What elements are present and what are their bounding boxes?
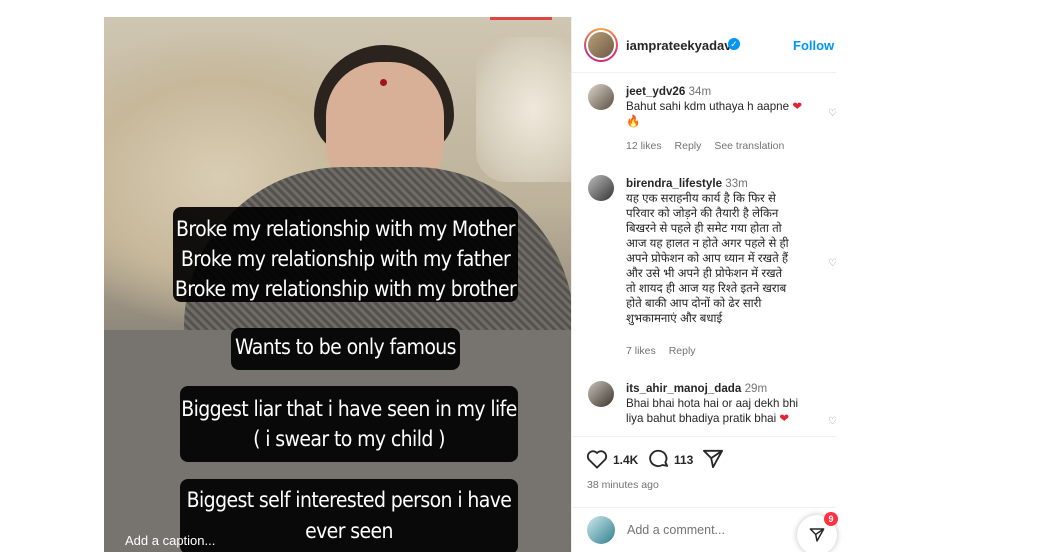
comment-time: 29m bbox=[744, 382, 768, 395]
comment-username[interactable]: birendra_lifestyle bbox=[626, 177, 722, 190]
add-comment-input[interactable]: Add a comment... bbox=[627, 523, 725, 537]
like-comment-heart-icon[interactable]: ♡ bbox=[828, 258, 836, 269]
comment-bubble-icon[interactable] bbox=[648, 449, 670, 469]
verified-badge-icon: ✓ bbox=[728, 38, 740, 50]
media-top-marker bbox=[490, 17, 552, 20]
comment-text-line: और उसे भी अपने ही प्रोफेशन में रखते bbox=[626, 267, 783, 280]
send-message-icon bbox=[809, 528, 825, 542]
comment-meta: 7 likes Reply bbox=[626, 345, 706, 357]
share-paper-plane-icon[interactable] bbox=[702, 449, 724, 469]
comment-text-line: परिवार को जोड़ने की तैयारी है लेकिन bbox=[626, 207, 779, 220]
comment-text-line: यह एक सराहनीय कार्य है कि फिर से bbox=[626, 192, 776, 205]
caption-line: Broke my relationship with my father bbox=[180, 247, 511, 271]
add-comment-bar: Add a comment... 9 bbox=[572, 507, 838, 552]
comment-body: jeet_ydv26 34m Bahut sahi kdm uthaya h a… bbox=[626, 84, 822, 129]
comment-text-line: liya bahut bhadiya pratik bhai bbox=[626, 412, 777, 425]
like-comment-heart-icon[interactable]: ♡ bbox=[828, 108, 836, 119]
add-caption-link[interactable]: Add a caption... bbox=[125, 533, 215, 548]
comment-body: birendra_lifestyle 33m यह एक सराहनीय कार… bbox=[626, 176, 822, 326]
reply-button[interactable]: Reply bbox=[669, 345, 696, 357]
comment-text: Bahut sahi kdm uthaya h aapne bbox=[626, 100, 790, 113]
comment-username[interactable]: its_ahir_manoj_dada bbox=[626, 382, 741, 395]
comment-time: 33m bbox=[725, 177, 748, 190]
author-username[interactable]: iamprateekyadav bbox=[626, 38, 732, 53]
commenter-avatar[interactable] bbox=[588, 84, 614, 110]
comment-body: its_ahir_manoj_dada 29m Bhai bhai hota h… bbox=[626, 381, 822, 426]
comment-text-line: शुभकामनाएं और बधाई bbox=[626, 312, 723, 325]
comment-likes[interactable]: 12 likes bbox=[626, 140, 662, 152]
background-lamp bbox=[476, 37, 571, 182]
avatar-image bbox=[588, 32, 614, 58]
caption-block-1: Broke my relationship with my Mother Bro… bbox=[173, 207, 518, 302]
commenter-avatar[interactable] bbox=[588, 175, 614, 201]
caption-line: Wants to be only famous bbox=[235, 335, 456, 359]
comment-text-line: बिखरने से पहले ही समेट गया होता तो bbox=[626, 222, 782, 235]
caption-line: Broke my relationship with my brother bbox=[174, 277, 517, 301]
likes-count[interactable]: 1.4K bbox=[613, 453, 638, 467]
follow-button[interactable]: Follow bbox=[793, 38, 834, 53]
comment-username[interactable]: jeet_ydv26 bbox=[626, 85, 685, 98]
messages-count-badge: 9 bbox=[824, 512, 838, 526]
red-heart-emoji: ❤ bbox=[792, 100, 803, 113]
comments-count[interactable]: 113 bbox=[674, 453, 693, 467]
caption-line: Broke my relationship with my Mother bbox=[176, 217, 516, 241]
post-header: iamprateekyadav ✓ Follow bbox=[572, 17, 836, 73]
post-media: Broke my relationship with my Mother Bro… bbox=[104, 17, 571, 552]
current-user-avatar bbox=[587, 516, 615, 544]
caption-block-3: Biggest liar that i have seen in my life… bbox=[180, 386, 518, 462]
reply-button[interactable]: Reply bbox=[675, 140, 702, 152]
red-heart-emoji: ❤ bbox=[779, 412, 790, 425]
like-comment-heart-icon[interactable]: ♡ bbox=[828, 416, 836, 427]
comments-list[interactable]: jeet_ydv26 34m Bahut sahi kdm uthaya h a… bbox=[572, 74, 836, 436]
comment-text-line: आज यह हालत न होते अगर पहले से ही bbox=[626, 237, 789, 250]
comment-text-line: अपने प्रोफेशन को आप ध्यान में रखते हैं bbox=[626, 252, 789, 265]
comment-likes[interactable]: 7 likes bbox=[626, 345, 656, 357]
caption-block-2: Wants to be only famous bbox=[231, 328, 460, 370]
comment-meta: 12 likes Reply See translation bbox=[626, 140, 794, 152]
comment-text-line: Bhai bhai hota hai or aaj dekh bhi bbox=[626, 397, 799, 410]
caption-line: ever seen bbox=[305, 519, 393, 543]
caption-block-4: Biggest self interested person i have ev… bbox=[180, 479, 518, 552]
comment-text-line: तो शायद ही आज यह रिश्ते इतने खराब bbox=[626, 282, 787, 295]
like-heart-icon[interactable] bbox=[586, 449, 608, 469]
post-time-ago: 38 minutes ago bbox=[587, 479, 659, 491]
comment-time: 34m bbox=[688, 85, 712, 98]
fire-emoji: 🔥 bbox=[626, 115, 641, 128]
caption-line: Biggest self interested person i have bbox=[186, 488, 512, 512]
see-translation-button[interactable]: See translation bbox=[714, 140, 784, 152]
bindi bbox=[380, 79, 387, 86]
commenter-avatar[interactable] bbox=[588, 381, 614, 407]
caption-line: Biggest liar that i have seen in my life bbox=[181, 397, 517, 421]
author-avatar[interactable] bbox=[584, 28, 618, 62]
post-side-panel: iamprateekyadav ✓ Follow jeet_ydv26 34m … bbox=[571, 17, 838, 552]
caption-line: ( i swear to my child ) bbox=[253, 427, 445, 451]
comment-text-line: होते बाकी आप दोनों को ढेर सारी bbox=[626, 297, 762, 310]
